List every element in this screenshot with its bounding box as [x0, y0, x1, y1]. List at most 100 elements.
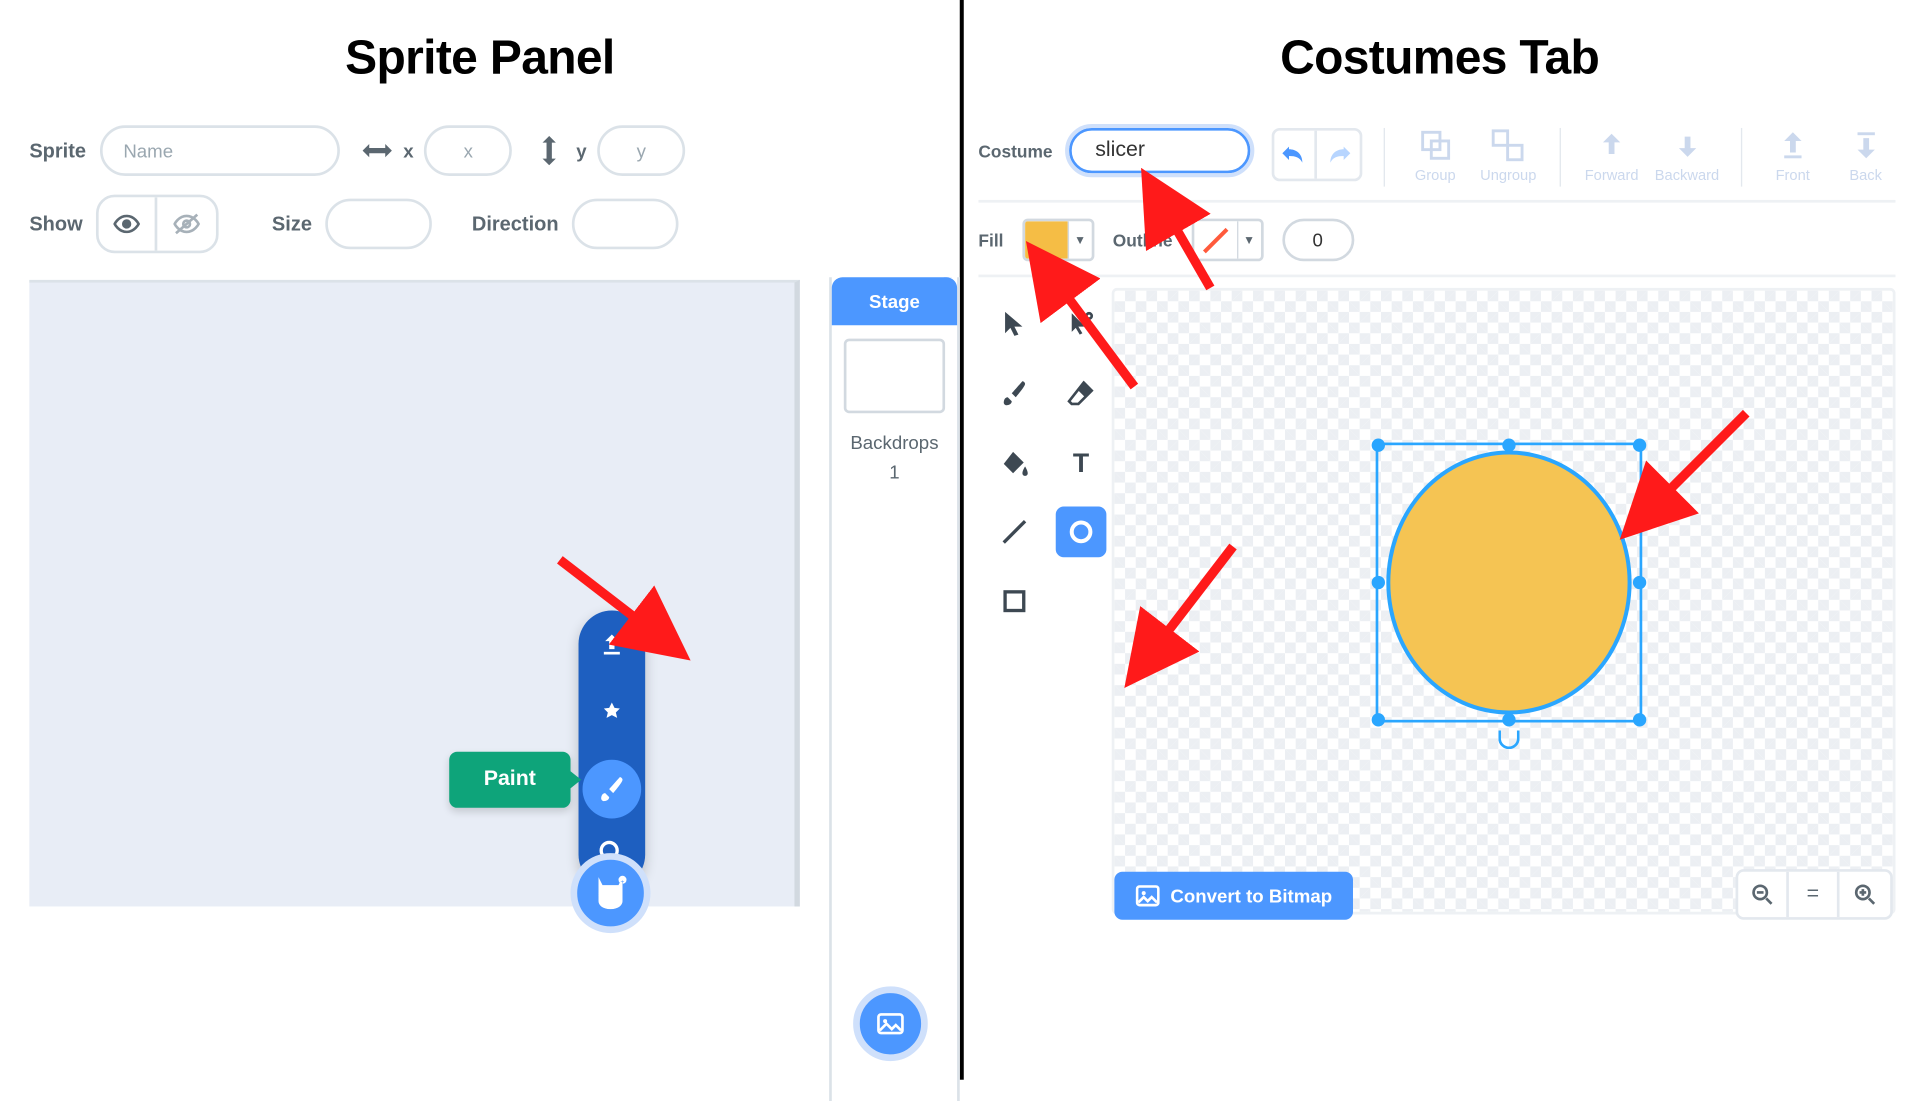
- y-label: y: [576, 140, 586, 161]
- reshape-tool[interactable]: [1056, 299, 1107, 350]
- outline-color-picker[interactable]: ▼: [1191, 219, 1263, 262]
- x-label: x: [403, 140, 413, 161]
- stage-thumbnail[interactable]: [844, 339, 945, 414]
- undo-icon: [1281, 145, 1308, 164]
- cat-icon: +: [591, 873, 631, 913]
- costume-name-input[interactable]: [1069, 128, 1250, 173]
- zoom-in-icon: [1854, 884, 1875, 905]
- direction-input[interactable]: [572, 199, 679, 250]
- tool-palette: T: [978, 288, 1111, 915]
- choose-sprite-button[interactable]: +: [571, 853, 651, 933]
- y-input[interactable]: y: [597, 125, 685, 176]
- front-button[interactable]: Front: [1763, 128, 1823, 184]
- outline-width-input[interactable]: 0: [1282, 219, 1354, 262]
- cursor-icon: [1001, 309, 1028, 338]
- group-icon: [1418, 128, 1453, 163]
- show-toggle: [96, 195, 219, 254]
- eye-icon: [113, 215, 140, 234]
- add-sprite-menu: [579, 611, 646, 888]
- costumes-tab-column: Costumes Tab Costume Group Ungroup Forwa…: [960, 0, 1920, 1080]
- upload-icon: [599, 632, 626, 659]
- back-button[interactable]: Back: [1836, 128, 1896, 184]
- image-icon: [1136, 885, 1160, 906]
- bucket-icon: [1000, 448, 1029, 477]
- undo-redo-group: [1271, 128, 1362, 181]
- fill-tool[interactable]: [989, 437, 1040, 488]
- show-visible-button[interactable]: [99, 197, 158, 250]
- line-tool[interactable]: [989, 507, 1040, 558]
- redo-icon: [1325, 145, 1352, 164]
- eraser-tool[interactable]: [1056, 368, 1107, 419]
- outline-label: Outline: [1113, 230, 1173, 250]
- backdrops-label: Backdrops: [832, 432, 957, 453]
- svg-text:+: +: [621, 879, 625, 886]
- surprise-icon: [599, 701, 626, 728]
- upload-sprite-button[interactable]: [588, 621, 636, 669]
- circle-tool[interactable]: [1056, 507, 1107, 558]
- rotate-handle[interactable]: [1498, 730, 1519, 749]
- size-label: Size: [272, 213, 312, 236]
- undo-button[interactable]: [1274, 131, 1317, 179]
- ungroup-button[interactable]: Ungroup: [1478, 128, 1538, 184]
- reshape-icon: [1066, 309, 1095, 338]
- costume-editor: T: [978, 288, 1895, 915]
- zoom-out-button[interactable]: [1738, 872, 1789, 917]
- horizontal-arrows-icon: [361, 135, 393, 167]
- ungroup-icon: [1491, 128, 1526, 163]
- drawing-canvas[interactable]: Convert to Bitmap =: [1112, 288, 1896, 915]
- image-icon: [874, 1008, 906, 1040]
- selection-box[interactable]: [1376, 443, 1643, 723]
- fill-outline-row: Fill ▼ Outline ▼ 0: [978, 203, 1895, 278]
- sprite-list-area: + Paint: [29, 280, 799, 907]
- convert-bitmap-button[interactable]: Convert to Bitmap: [1114, 872, 1353, 920]
- zoom-reset-button[interactable]: =: [1789, 872, 1840, 917]
- select-tool[interactable]: [989, 299, 1040, 350]
- front-icon: [1775, 128, 1810, 163]
- forward-button[interactable]: Forward: [1582, 128, 1642, 184]
- chevron-down-icon: ▼: [1067, 221, 1091, 258]
- add-backdrop-button[interactable]: [853, 986, 928, 1061]
- eye-off-icon: [173, 213, 200, 234]
- zoom-in-button[interactable]: [1840, 872, 1891, 917]
- paint-tooltip: Paint: [449, 752, 570, 808]
- svg-text:T: T: [1073, 449, 1089, 476]
- paint-sprite-button[interactable]: [583, 760, 642, 819]
- x-input[interactable]: x: [424, 125, 512, 176]
- show-hidden-button[interactable]: [157, 197, 216, 250]
- redo-button[interactable]: [1317, 131, 1359, 179]
- square-icon: [1000, 587, 1029, 616]
- eraser-icon: [1066, 379, 1095, 408]
- sprite-panel-column: Sprite Panel Stage Backdrops 1 Sprite Na…: [0, 0, 960, 1080]
- line-icon: [1000, 517, 1029, 546]
- show-label: Show: [29, 213, 82, 236]
- sprite-name-input[interactable]: Name: [99, 125, 339, 176]
- backdrops-count: 1: [832, 461, 957, 482]
- rectangle-tool[interactable]: [989, 576, 1040, 627]
- circle-icon: [1066, 517, 1095, 546]
- backward-button[interactable]: Backward: [1655, 128, 1719, 184]
- chevron-down-icon: ▼: [1236, 221, 1260, 258]
- outline-swatch: [1194, 221, 1237, 258]
- size-input[interactable]: [325, 199, 432, 250]
- direction-label: Direction: [472, 213, 559, 236]
- text-tool[interactable]: T: [1056, 437, 1107, 488]
- brush-tool[interactable]: [989, 368, 1040, 419]
- fill-color-picker[interactable]: ▼: [1022, 219, 1094, 262]
- brush-icon: [597, 774, 626, 803]
- costume-label: Costume: [978, 128, 1052, 161]
- arrow-up-icon: [1594, 128, 1629, 163]
- stage-header: Stage: [832, 277, 957, 325]
- brush-icon: [1000, 379, 1029, 408]
- back-icon: [1848, 128, 1883, 163]
- fill-label: Fill: [978, 230, 1003, 250]
- zoom-controls: =: [1736, 869, 1893, 920]
- vertical-arrows-icon: [534, 135, 566, 167]
- surprise-sprite-button[interactable]: [588, 690, 636, 738]
- group-button[interactable]: Group: [1405, 128, 1465, 184]
- zoom-out-icon: [1752, 884, 1773, 905]
- sprite-label: Sprite: [29, 139, 86, 162]
- fill-swatch: [1025, 221, 1068, 258]
- text-icon: T: [1068, 449, 1095, 476]
- stage-panel: Stage Backdrops 1: [829, 277, 960, 1101]
- sprite-panel-title: Sprite Panel: [0, 0, 960, 107]
